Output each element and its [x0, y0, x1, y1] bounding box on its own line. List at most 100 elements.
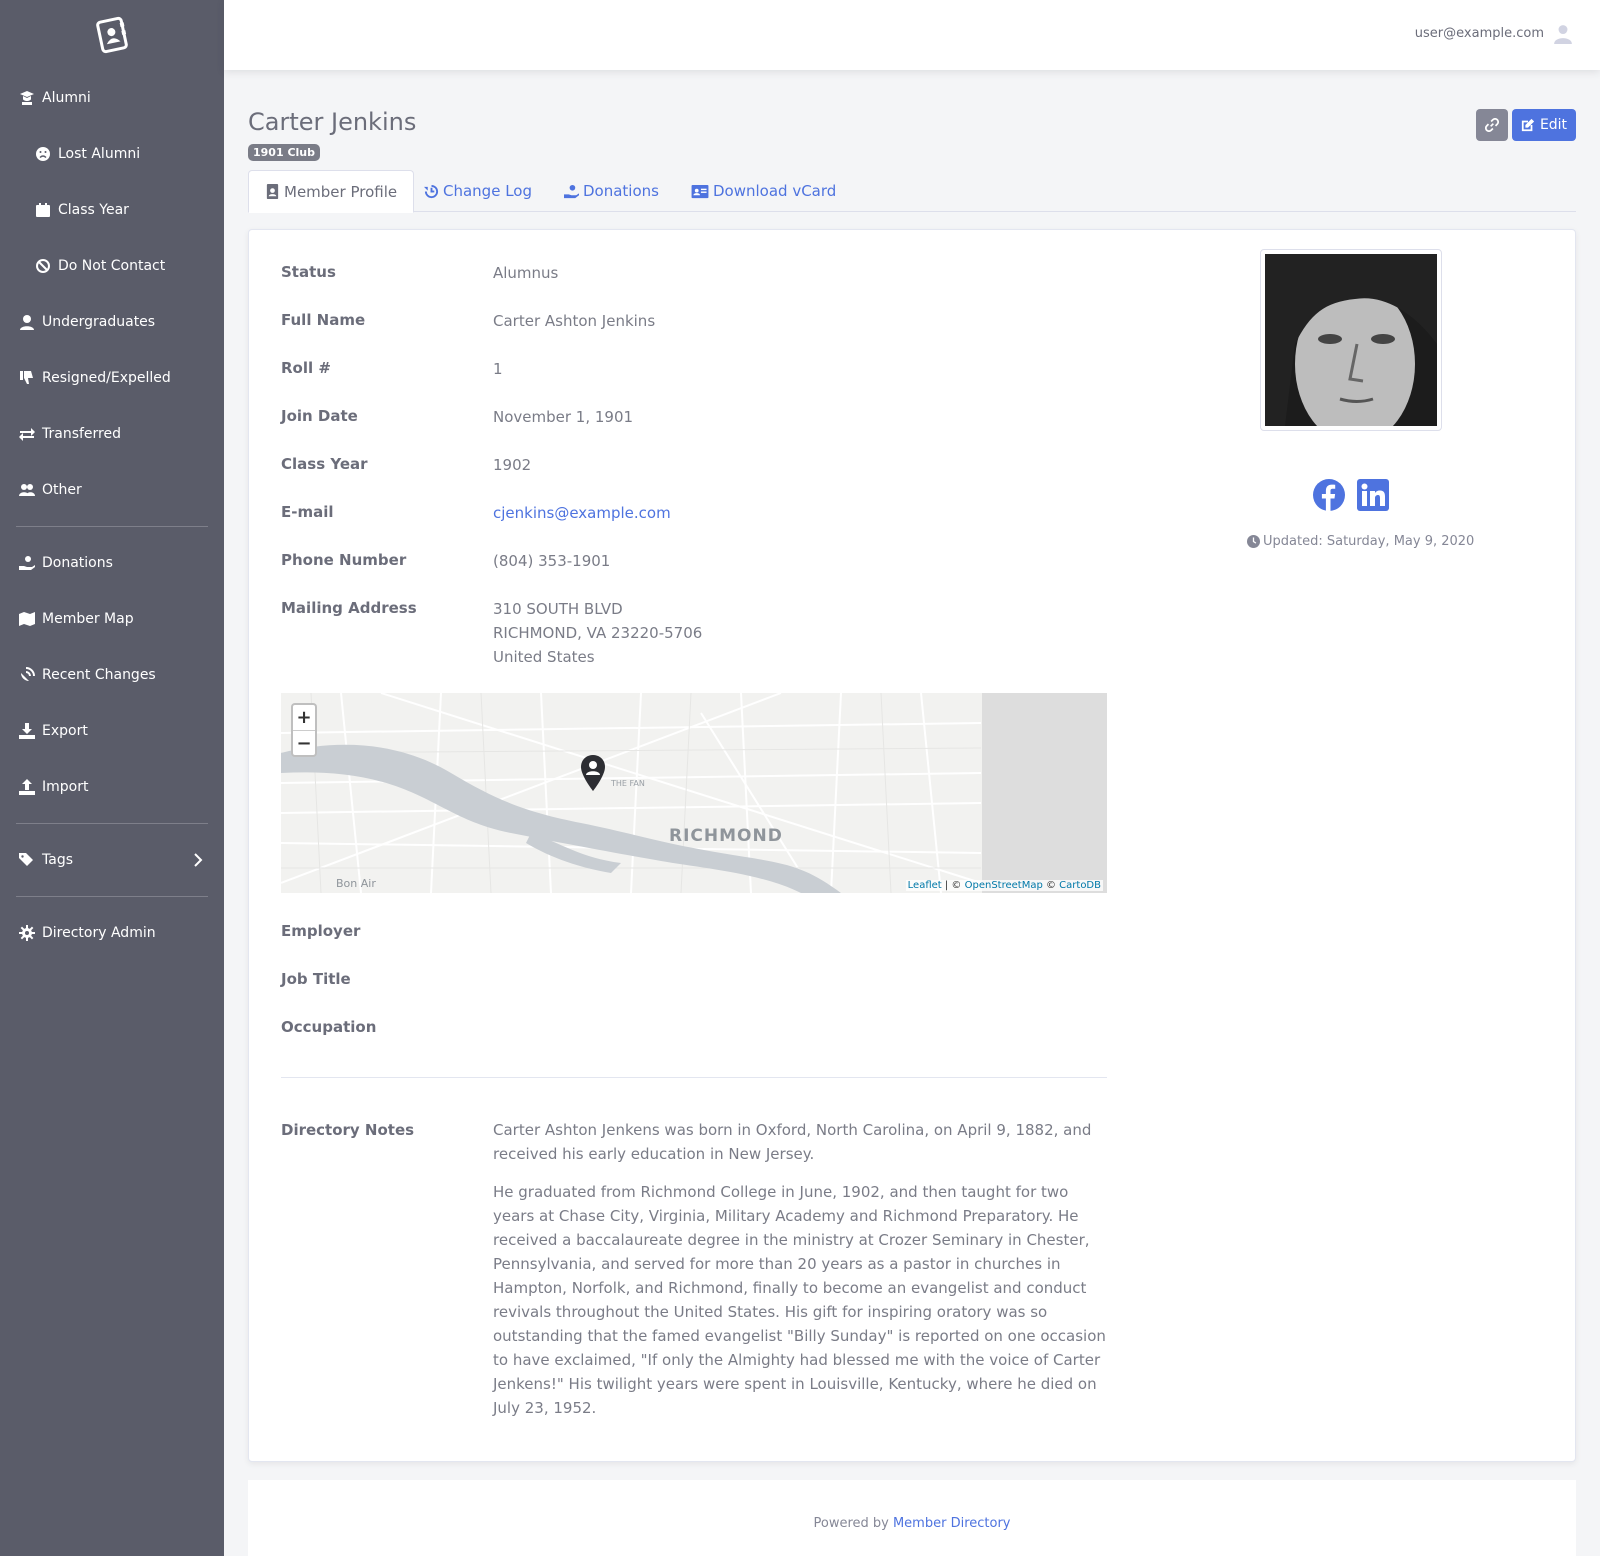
- satellite-dish-icon: [18, 666, 36, 684]
- sidebar-item-label: Import: [42, 779, 89, 795]
- facebook-icon[interactable]: [1313, 479, 1345, 511]
- email-link[interactable]: cjenkins@example.com: [493, 501, 671, 525]
- thumbs-down-icon: [18, 369, 36, 387]
- sidebar-item-export[interactable]: Export: [0, 703, 224, 759]
- directory-notes: Carter Ashton Jenkens was born in Oxford…: [493, 1118, 1113, 1434]
- email-label: E-mail: [281, 503, 334, 521]
- map-zoom-control: + −: [291, 703, 317, 757]
- sidebar-item-label: Recent Changes: [42, 667, 156, 683]
- sidebar-item-other[interactable]: Other: [0, 462, 224, 518]
- directory-notes-label: Directory Notes: [281, 1121, 415, 1139]
- user-email[interactable]: user@example.com: [1415, 26, 1544, 41]
- hand-holding-usd-icon: [564, 184, 579, 198]
- phone-value: (804) 353-1901: [493, 552, 611, 570]
- sidebar-divider: [16, 823, 208, 824]
- status-label: Status: [281, 263, 336, 281]
- edit-button[interactable]: Edit: [1512, 109, 1576, 141]
- clock-icon: [1247, 535, 1260, 548]
- mailing-address-value: 310 SOUTH BLVD RICHMOND, VA 23220-5706 U…: [493, 597, 702, 669]
- user-icon: [18, 313, 36, 331]
- sidebar-item-tags[interactable]: Tags: [0, 832, 224, 888]
- sidebar-item-transferred[interactable]: Transferred: [0, 406, 224, 462]
- frown-icon: [34, 145, 52, 163]
- users-icon: [18, 481, 36, 499]
- footer: Powered by Member Directory: [248, 1480, 1576, 1556]
- map-unloaded-tile: [982, 693, 1107, 893]
- tab-change-log[interactable]: Change Log: [424, 170, 532, 212]
- member-photo-image: [1265, 254, 1437, 426]
- sidebar-divider: [16, 896, 208, 897]
- address-line3: United States: [493, 648, 595, 666]
- calendar-icon: [34, 201, 52, 219]
- class-year-value: 1902: [493, 456, 532, 474]
- sidebar-item-directory-admin[interactable]: Directory Admin: [0, 905, 224, 961]
- sidebar-item-label: Transferred: [42, 426, 121, 442]
- last-updated: Updated: Saturday, May 9, 2020: [1247, 534, 1474, 549]
- map-marker-icon[interactable]: [581, 755, 605, 791]
- leaflet-link[interactable]: Leaflet: [908, 880, 942, 891]
- upload-icon: [18, 778, 36, 796]
- portrait-image: [1265, 254, 1437, 426]
- gear-icon: [18, 924, 36, 942]
- hand-holding-usd-icon: [18, 554, 36, 572]
- copy-link-button[interactable]: [1476, 109, 1508, 141]
- map-zoom-in-button[interactable]: +: [293, 705, 315, 730]
- sidebar-item-undergraduates[interactable]: Undergraduates: [0, 294, 224, 350]
- sidebar-item-label: Donations: [42, 555, 113, 571]
- footer-text: Powered by Member Directory: [248, 1516, 1576, 1531]
- id-badge-icon: [266, 184, 279, 199]
- notes-paragraph: Carter Ashton Jenkens was born in Oxford…: [493, 1121, 1092, 1163]
- sidebar-item-recent-changes[interactable]: Recent Changes: [0, 647, 224, 703]
- sidebar-item-class-year[interactable]: Class Year: [0, 182, 224, 238]
- tab-member-profile[interactable]: Member Profile: [248, 170, 415, 213]
- sidebar-item-member-map[interactable]: Member Map: [0, 591, 224, 647]
- sidebar-item-import[interactable]: Import: [0, 759, 224, 815]
- address-card-icon: [691, 184, 709, 198]
- tab-label: Donations: [583, 182, 659, 200]
- sidebar-item-alumni[interactable]: Alumni: [0, 70, 224, 126]
- exchange-icon: [18, 425, 36, 443]
- sidebar-item-label: Class Year: [58, 202, 129, 218]
- edit-button-label: Edit: [1539, 117, 1568, 133]
- sidebar-item-label: Do Not Contact: [58, 258, 166, 274]
- member-location-map[interactable]: + − THE FAN RICHMOND Bon Air Leaflet | ©…: [281, 693, 1107, 893]
- join-date-value: November 1, 1901: [493, 408, 634, 426]
- address-line2: RICHMOND, VA 23220-5706: [493, 624, 703, 642]
- map-zoom-out-button[interactable]: −: [293, 730, 315, 755]
- sidebar-item-donations[interactable]: Donations: [0, 535, 224, 591]
- sidebar-item-label: Member Map: [42, 611, 134, 627]
- linkedin-icon[interactable]: [1357, 479, 1389, 511]
- sidebar-item-resigned-expelled[interactable]: Resigned/Expelled: [0, 350, 224, 406]
- user-avatar-icon[interactable]: [1554, 24, 1572, 44]
- tab-download-vcard[interactable]: Download vCard: [691, 170, 836, 212]
- graduate-icon: [18, 89, 36, 107]
- topbar: user@example.com: [224, 0, 1600, 70]
- tab-donations[interactable]: Donations: [564, 170, 659, 212]
- map-attribution: Leaflet | © OpenStreetMap © CartoDB: [905, 880, 1103, 891]
- sidebar-item-lost-alumni[interactable]: Lost Alumni: [0, 126, 224, 182]
- address-line1: 310 SOUTH BLVD: [493, 600, 623, 618]
- section-divider: [281, 1077, 1107, 1078]
- sidebar-item-label: Other: [42, 482, 82, 498]
- job-title-label: Job Title: [281, 970, 351, 988]
- status-value: Alumnus: [493, 264, 559, 282]
- social-links: [1313, 479, 1389, 511]
- brand-logo[interactable]: [0, 0, 224, 70]
- full-name-label: Full Name: [281, 311, 366, 329]
- sidebar-item-label: Undergraduates: [42, 314, 156, 330]
- sidebar: Alumni Lost Alumni Class Year Do Not Con…: [0, 0, 224, 1556]
- link-icon: [1485, 118, 1499, 132]
- phone-label: Phone Number: [281, 551, 407, 569]
- history-icon: [424, 184, 439, 198]
- attrib-separator: | ©: [941, 880, 965, 891]
- club-badge: 1901 Club: [248, 144, 320, 161]
- sidebar-item-label: Lost Alumni: [58, 146, 141, 162]
- openstreetmap-link[interactable]: OpenStreetMap: [965, 880, 1043, 891]
- tab-label: Change Log: [443, 182, 532, 200]
- sidebar-item-do-not-contact[interactable]: Do Not Contact: [0, 238, 224, 294]
- notes-paragraph: He graduated from Richmond College in Ju…: [493, 1183, 1106, 1417]
- footer-link[interactable]: Member Directory: [893, 1516, 1011, 1531]
- cartodb-link[interactable]: CartoDB: [1059, 880, 1101, 891]
- page-title: Carter Jenkins: [248, 108, 417, 136]
- footer-prefix: Powered by: [813, 1516, 893, 1531]
